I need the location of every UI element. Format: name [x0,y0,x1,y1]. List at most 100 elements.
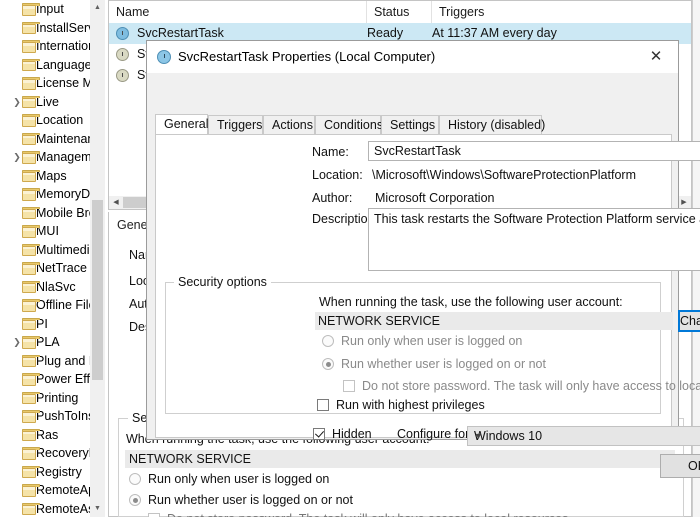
folder-icon [22,77,40,90]
background-radio-logged-on[interactable] [129,473,141,485]
radio-run-only-when-logged-on[interactable] [322,335,334,347]
tree-item-label: Mobile Bro [36,205,96,220]
location-value: \Microsoft\Windows\SoftwareProtectionPla… [372,168,636,182]
tree-item-label: Internation [36,39,96,53]
folder-icon [22,169,40,182]
configure-for-select[interactable]: Windows 10 ▼ [467,426,700,446]
folder-icon [22,502,40,515]
background-account-value: NETWORK SERVICE [129,452,252,466]
background-radio-whether-label: Run whether user is logged on or not [148,493,353,507]
tree-item-label: NlaSvc [36,279,76,294]
radio-run-whether-logged-on-label: Run whether user is logged on or not [341,357,546,371]
task-list-header: Name Status Triggers [109,1,691,24]
screen: Input InstallServic Internation LanguageC Li… [0,0,700,517]
chevron-right-icon[interactable]: ❯ [12,93,22,112]
description-value: This task restarts the Software Protecti… [374,212,700,226]
folder-icon [22,188,40,201]
location-label: Location: [312,168,363,182]
folder-icon [22,151,40,164]
checkbox-hidden[interactable] [313,428,325,440]
name-value: SvcRestartTask [374,144,461,158]
scroll-left-arrow-icon[interactable]: ◀ [109,196,123,209]
tab-actions[interactable]: Actions [263,115,315,135]
folder-icon [22,280,40,293]
scrollbar-thumb[interactable] [92,200,103,380]
folder-icon [22,465,40,478]
column-header-triggers[interactable]: Triggers [432,1,693,23]
folder-icon [22,114,40,127]
tree-item-label: NetTrace [36,261,87,275]
folder-icon [22,40,40,53]
chevron-right-icon[interactable]: ❯ [12,148,22,167]
name-label: Name: [312,145,349,159]
folder-icon [22,317,40,330]
folder-icon [22,354,40,367]
folder-icon [22,299,40,312]
task-clock-icon [157,50,171,64]
folder-icon [22,484,40,497]
folder-icon [22,447,40,460]
tab-general[interactable]: General [155,114,208,135]
folder-icon [22,132,40,145]
folder-icon [22,95,40,108]
checkbox-hidden-label: Hidden [332,427,372,441]
folder-icon [22,373,40,386]
checkbox-run-highest-privileges-label: Run with highest privileges [336,398,485,412]
checkbox-do-not-store-password-label: Do not store password. The task will onl… [362,379,700,393]
background-account-field: NETWORK SERVICE [125,450,675,468]
background-radio-whether-logged-on[interactable] [129,494,141,506]
folder-icon [22,206,40,219]
dialog-titlebar[interactable]: SvcRestartTask Properties (Local Compute… [147,41,678,73]
tab-history[interactable]: History (disabled) [439,115,545,135]
folder-icon [22,21,40,34]
tree-item-label: Input [36,2,64,16]
radio-run-only-when-logged-on-label: Run only when user is logged on [341,334,523,348]
column-header-name[interactable]: Name [109,1,367,23]
close-icon[interactable]: ✕ [634,41,678,72]
tab-triggers[interactable]: Triggers [208,115,263,135]
scroll-down-arrow-icon[interactable]: ▼ [90,501,105,517]
change-user-or-group-button[interactable]: Change User or Group... [678,310,700,332]
folder-icon [22,391,40,404]
folder-icon [22,243,40,256]
chevron-down-icon[interactable]: ▼ [474,427,700,446]
checkbox-run-highest-privileges[interactable] [317,399,329,411]
folder-icon [22,58,40,71]
folder-icon [22,410,40,423]
description-textarea[interactable]: This task restarts the Software Protecti… [368,208,700,271]
author-label: Author: [312,191,353,205]
folder-icon [22,428,40,441]
tree-item-label: Printing [36,390,79,405]
radio-run-whether-logged-on[interactable] [322,358,334,370]
dialog-title: SvcRestartTask Properties (Local Compute… [178,49,436,64]
task-properties-dialog: SvcRestartTask Properties (Local Compute… [146,40,700,478]
task-clock-icon [116,27,129,40]
folder-icon [22,225,40,238]
tree-item-label: Registry [36,464,82,479]
folder-icon [22,336,40,349]
background-checkbox-no-password[interactable] [148,513,160,517]
account-field: NETWORK SERVICE [315,312,673,330]
checkbox-do-not-store-password[interactable] [343,380,355,392]
background-checkbox-no-password-label: Do not store password. The task will onl… [167,512,572,517]
account-prompt: When running the task, use the following… [319,295,623,309]
scroll-up-arrow-icon[interactable]: ▲ [90,0,105,16]
tree-item-label: Multimedia [36,242,97,257]
column-header-status[interactable]: Status [367,1,432,23]
task-clock-icon [116,48,129,61]
account-value: NETWORK SERVICE [318,314,441,328]
tree-item-label: Location [36,113,84,127]
task-clock-icon [116,69,129,82]
background-radio-logged-on-label: Run only when user is logged on [148,472,330,486]
folder-icon [22,3,40,16]
tab-settings[interactable]: Settings [381,115,439,135]
tab-conditions[interactable]: Conditions [315,115,383,135]
configure-for-label: Configure for: [397,427,473,441]
tree-vertical-scrollbar[interactable]: ▲ ▼ [90,0,105,517]
tree-item-label: Maps [36,168,67,183]
author-value: Microsoft Corporation [375,191,495,205]
name-input[interactable]: SvcRestartTask [368,141,700,161]
folder-icon [22,262,40,275]
chevron-right-icon[interactable]: ❯ [12,333,22,352]
ok-button[interactable]: OK [660,454,700,478]
